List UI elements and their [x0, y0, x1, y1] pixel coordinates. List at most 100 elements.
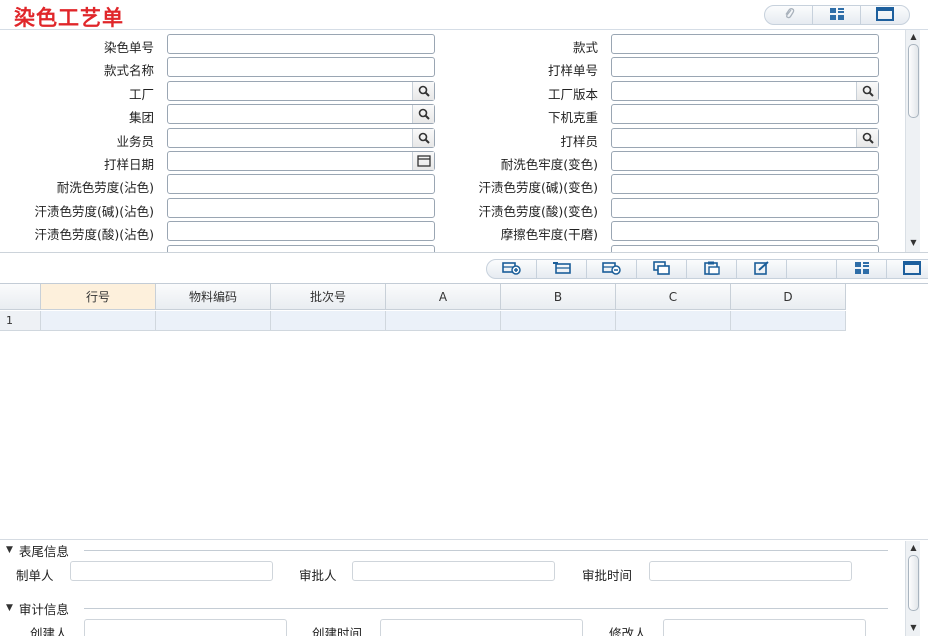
field-label: 款式 — [572, 40, 598, 55]
table-row[interactable]: 1 — [0, 311, 846, 331]
paste-row-button[interactable] — [687, 260, 737, 278]
table-cell[interactable] — [731, 311, 846, 331]
approver-field[interactable] — [352, 561, 555, 581]
delete-row-button[interactable] — [587, 260, 637, 278]
right-field-4[interactable] — [611, 104, 879, 125]
right-field-6[interactable] — [611, 151, 879, 171]
layout-icon — [829, 7, 845, 24]
right-field-1[interactable] — [611, 34, 879, 54]
divider — [0, 252, 928, 253]
field-label: 汗渍色劳度(碱)(变色) — [478, 180, 598, 196]
field-label: 修改人 — [609, 626, 647, 636]
delete-row-icon — [601, 261, 622, 278]
title-bar: 染色工艺单 — [0, 0, 928, 30]
window-toolbar — [764, 5, 910, 25]
grid-toolbar — [486, 259, 928, 279]
table-cell[interactable] — [501, 311, 616, 331]
add-row-icon — [501, 261, 522, 278]
layout-icon — [854, 261, 870, 278]
table-cell[interactable] — [41, 311, 156, 331]
section-line — [84, 608, 888, 609]
field-label: 工厂版本 — [547, 86, 598, 102]
form-row: 水渍色牢度(变色) — [0, 244, 900, 252]
right-field-3[interactable] — [611, 80, 879, 101]
attach-icon — [783, 7, 795, 24]
field-label: 审批时间 — [582, 568, 633, 583]
form-row: 下机克重 — [0, 104, 900, 126]
field-label: 审批人 — [299, 568, 337, 583]
table-cell[interactable] — [271, 311, 386, 331]
grid-header: 行号 物料编码 批次号 A B C D — [0, 284, 846, 310]
collapse-icon[interactable]: ▼ — [6, 603, 13, 613]
attach-button[interactable] — [765, 6, 813, 24]
page-title: 染色工艺单 — [14, 5, 124, 30]
table-cell[interactable] — [156, 311, 271, 331]
form-row: 汗渍色劳度(碱)(变色) — [0, 174, 900, 196]
modified-by-field[interactable] — [663, 619, 866, 636]
footer-scrollbar[interactable]: ▲ ▼ — [905, 541, 920, 636]
scroll-up-icon[interactable]: ▲ — [908, 32, 919, 42]
right-field-10[interactable] — [611, 244, 879, 252]
right-field-7[interactable] — [611, 174, 879, 195]
table-cell[interactable] — [386, 311, 501, 331]
scroll-up-icon[interactable]: ▲ — [908, 543, 919, 553]
column-header[interactable]: D — [731, 284, 846, 310]
created-time-field[interactable] — [380, 619, 583, 636]
field-label: 下机克重 — [547, 110, 598, 126]
layout-button[interactable] — [837, 260, 887, 278]
row-header-corner — [0, 284, 41, 310]
maximize-button[interactable] — [861, 6, 909, 24]
search-icon[interactable] — [856, 81, 878, 100]
column-header[interactable]: C — [616, 284, 731, 310]
search-icon[interactable] — [856, 128, 878, 147]
copy-row-icon — [652, 260, 672, 278]
column-header[interactable]: A — [386, 284, 501, 310]
right-field-5[interactable] — [611, 127, 879, 148]
detail-grid: 行号 物料编码 批次号 A B C D 1 — [0, 283, 928, 539]
table-cell[interactable] — [616, 311, 731, 331]
add-row-button[interactable] — [487, 260, 537, 278]
field-label: 打样单号 — [547, 63, 598, 79]
column-header[interactable]: 批次号 — [271, 284, 386, 310]
column-header[interactable]: B — [501, 284, 616, 310]
form-row: 款式 — [0, 34, 900, 55]
section-header-footer-info[interactable]: ▼ 表尾信息 — [6, 542, 69, 559]
edit-button[interactable] — [737, 260, 787, 278]
insert-row-icon — [552, 261, 572, 278]
field-label: 制单人 — [16, 568, 54, 583]
scroll-down-icon[interactable]: ▼ — [908, 238, 919, 248]
section-header-audit-info[interactable]: ▼ 审计信息 — [6, 600, 69, 617]
column-header[interactable]: 物料编码 — [156, 284, 271, 310]
header-form: 染色单号 款式名称 工厂 集团 业务员 打样日期 耐洗色劳度(沾色) 汗渍色劳度(碱)(沾色)… — [0, 30, 928, 252]
maximize-icon — [876, 6, 894, 24]
form-row: 工厂版本 — [0, 80, 900, 102]
column-header[interactable]: 行号 — [41, 284, 156, 310]
copy-row-button[interactable] — [637, 260, 687, 278]
layout-button[interactable] — [813, 6, 861, 24]
creator-field[interactable] — [70, 561, 273, 581]
scroll-thumb[interactable] — [908, 555, 919, 611]
edit-icon — [753, 260, 771, 278]
row-number: 1 — [0, 311, 41, 331]
collapse-icon[interactable]: ▼ — [6, 545, 13, 555]
approval-time-field[interactable] — [649, 561, 852, 581]
created-by-field[interactable] — [84, 619, 287, 636]
maximize-button[interactable] — [887, 260, 928, 278]
field-label: 打样员 — [560, 133, 598, 149]
section-line — [84, 550, 888, 551]
field-label: 创建人 — [30, 626, 68, 636]
right-field-9[interactable] — [611, 221, 879, 242]
section-title: 审计信息 — [18, 601, 69, 617]
field-label: 耐洗色牢度(变色) — [500, 157, 598, 172]
insert-row-button[interactable] — [537, 260, 587, 278]
maximize-icon — [903, 260, 921, 278]
field-label: 汗渍色劳度(酸)(变色) — [478, 203, 598, 219]
right-field-8[interactable] — [611, 197, 879, 218]
right-field-2[interactable] — [611, 57, 879, 78]
scroll-thumb[interactable] — [908, 44, 919, 118]
form-scrollbar[interactable]: ▲ ▼ — [905, 30, 920, 252]
form-row: 打样员 — [0, 127, 900, 149]
paste-row-icon — [702, 261, 722, 278]
section-title: 表尾信息 — [18, 543, 69, 559]
scroll-down-icon[interactable]: ▼ — [908, 623, 919, 633]
